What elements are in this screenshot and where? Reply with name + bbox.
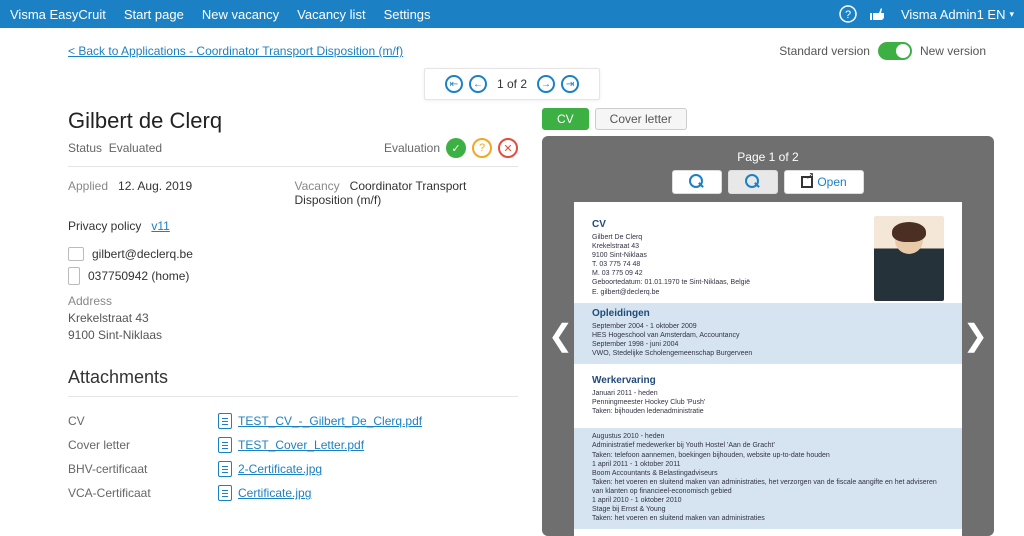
evaluation-neutral-button[interactable]: ? [472, 138, 492, 158]
privacy-link[interactable]: v11 [151, 219, 169, 233]
user-menu[interactable]: Visma Admin1 EN ▾ [901, 7, 1014, 22]
candidate-phone: 037750942 (home) [88, 269, 189, 283]
viewer-page-indicator: Page 1 of 2 [574, 150, 962, 164]
pager-prev-icon[interactable]: ← [469, 75, 487, 93]
nav-new-vacancy[interactable]: New vacancy [202, 7, 279, 22]
address-line2: 9100 Sint-Niklaas [68, 327, 518, 344]
document-panel: CV Cover letter Page 1 of 2 Open ❮ ❯ CV … [542, 108, 994, 536]
vacancy-label: Vacancy [295, 179, 340, 193]
help-icon[interactable]: ? [837, 3, 859, 25]
new-version-label: New version [920, 44, 986, 58]
address-line1: Krekelstraat 43 [68, 310, 518, 327]
zoom-in-icon [689, 174, 705, 190]
attachment-type: CV [68, 414, 218, 428]
attachment-link[interactable]: Certificate.jpg [218, 485, 311, 501]
cv-education-heading: Opleidingen [592, 307, 944, 320]
attachment-row: BHV-certificaat 2-Certificate.jpg [68, 457, 518, 481]
attachments-table: CV TEST_CV_-_Gilbert_De_Clerq.pdf Cover … [68, 409, 518, 505]
file-icon [218, 437, 232, 453]
pager-last-icon[interactable]: ⇥ [561, 75, 579, 93]
pager-text: 1 of 2 [497, 77, 527, 91]
attachment-row: VCA-Certificaat Certificate.jpg [68, 481, 518, 505]
attachment-type: Cover letter [68, 438, 218, 452]
phone-icon [68, 267, 80, 285]
open-button[interactable]: Open [784, 170, 863, 194]
brand[interactable]: Visma EasyCruit [10, 7, 106, 22]
attachment-row: CV TEST_CV_-_Gilbert_De_Clerq.pdf [68, 409, 518, 433]
privacy-label: Privacy policy [68, 219, 141, 233]
pager-next-icon[interactable]: → [537, 75, 555, 93]
tab-cv[interactable]: CV [542, 108, 589, 130]
applied-label: Applied [68, 179, 108, 193]
candidate-photo [874, 216, 944, 301]
open-icon [801, 176, 813, 188]
cv-page-preview: CV Gilbert De Clerq Krekelstraat 43 9100… [574, 202, 962, 536]
file-icon [218, 461, 232, 477]
file-icon [218, 413, 232, 429]
file-icon [218, 485, 232, 501]
svg-text:?: ? [845, 9, 851, 21]
zoom-out-icon [745, 174, 761, 190]
user-name: Visma Admin1 EN [901, 7, 1006, 22]
viewer-prev-icon[interactable]: ❮ [548, 319, 573, 354]
standard-version-label: Standard version [779, 44, 870, 58]
candidate-pager: ⇤ ← 1 of 2 → ⇥ [424, 68, 600, 100]
evaluation-positive-button[interactable]: ✓ [446, 138, 466, 158]
candidate-email: gilbert@declerq.be [92, 247, 193, 261]
attachment-link[interactable]: TEST_Cover_Letter.pdf [218, 437, 364, 453]
attachment-link[interactable]: 2-Certificate.jpg [218, 461, 322, 477]
attachments-heading: Attachments [68, 367, 518, 388]
status-label: Status [68, 141, 102, 155]
evaluation-negative-button[interactable]: ✕ [498, 138, 518, 158]
document-viewer: Page 1 of 2 Open ❮ ❯ CV Gilbert De Clerq… [542, 136, 994, 536]
nav-start-page[interactable]: Start page [124, 7, 184, 22]
evaluation-label: Evaluation [384, 141, 440, 155]
chevron-down-icon: ▾ [1009, 9, 1014, 20]
tab-cover-letter[interactable]: Cover letter [595, 108, 687, 130]
thumbs-up-icon[interactable] [865, 3, 887, 25]
back-link[interactable]: < Back to Applications - Coordinator Tra… [68, 44, 403, 58]
pager-first-icon[interactable]: ⇤ [445, 75, 463, 93]
applied-value: 12. Aug. 2019 [118, 179, 192, 193]
status-value: Evaluated [109, 141, 162, 155]
attachment-row: Cover letter TEST_Cover_Letter.pdf [68, 433, 518, 457]
version-toggle[interactable] [878, 42, 912, 60]
cv-work-heading: Werkervaring [592, 374, 944, 387]
email-icon [68, 247, 84, 261]
sub-bar: < Back to Applications - Coordinator Tra… [0, 28, 1024, 68]
zoom-in-button[interactable] [672, 170, 722, 194]
attachment-type: BHV-certificaat [68, 462, 218, 476]
candidate-panel: Gilbert de Clerq Status Evaluated Evalua… [68, 108, 518, 536]
top-nav: Visma EasyCruit Start page New vacancy V… [0, 0, 1024, 28]
viewer-next-icon[interactable]: ❯ [963, 319, 988, 354]
attachment-type: VCA-Certificaat [68, 486, 218, 500]
nav-vacancy-list[interactable]: Vacancy list [297, 7, 365, 22]
nav-settings[interactable]: Settings [384, 7, 431, 22]
address-label: Address [68, 293, 518, 310]
zoom-out-button[interactable] [728, 170, 778, 194]
candidate-name: Gilbert de Clerq [68, 108, 518, 134]
attachment-link[interactable]: TEST_CV_-_Gilbert_De_Clerq.pdf [218, 413, 422, 429]
